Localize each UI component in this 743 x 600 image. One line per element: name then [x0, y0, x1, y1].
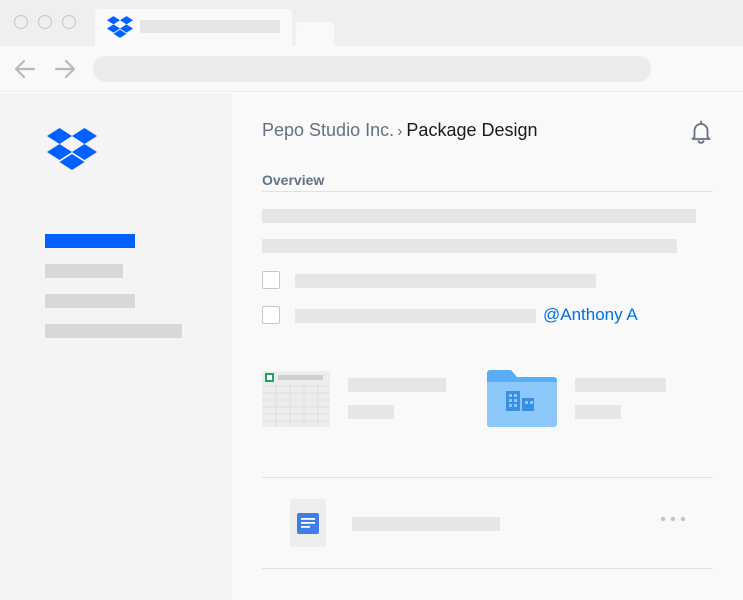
window-close-control[interactable]	[14, 15, 28, 29]
document-name-placeholder	[352, 517, 500, 531]
main-content: Pepo Studio Inc. › Package Design Overview…	[232, 93, 743, 600]
sidebar-item[interactable]	[45, 264, 123, 278]
spreadsheet-icon[interactable]	[262, 371, 330, 427]
breadcrumb: Pepo Studio Inc. › Package Design	[262, 120, 538, 141]
folder-name-placeholder	[575, 378, 666, 392]
task-checkbox[interactable]	[262, 306, 280, 324]
tab-title-placeholder	[140, 20, 280, 33]
task-checkbox[interactable]	[262, 271, 280, 289]
file-name-placeholder	[348, 378, 446, 392]
address-bar[interactable]	[93, 56, 651, 82]
sidebar-item[interactable]	[45, 324, 182, 338]
divider	[262, 191, 713, 192]
browser-tab-new[interactable]	[296, 22, 334, 46]
breadcrumb-parent[interactable]: Pepo Studio Inc.	[262, 120, 394, 140]
divider	[262, 568, 713, 569]
file-meta-placeholder	[348, 405, 394, 419]
dropbox-logo-icon[interactable]	[47, 128, 97, 170]
task-text-placeholder	[295, 274, 596, 288]
sidebar-item-active[interactable]	[45, 234, 135, 248]
browser-tab-active[interactable]	[95, 9, 292, 46]
window-maximize-control[interactable]	[62, 15, 76, 29]
breadcrumb-current: Package Design	[406, 120, 538, 140]
more-options-icon[interactable]	[660, 515, 686, 523]
browser-tab-strip	[0, 0, 743, 46]
window-minimize-control[interactable]	[38, 15, 52, 29]
sidebar	[0, 93, 232, 600]
text-placeholder	[262, 209, 696, 223]
arrow-right-icon[interactable]	[53, 58, 77, 80]
sidebar-item[interactable]	[45, 294, 135, 308]
task-text-placeholder	[295, 309, 536, 323]
folder-icon[interactable]	[487, 369, 557, 427]
folder-meta-placeholder	[575, 405, 621, 419]
text-placeholder	[262, 239, 677, 253]
arrow-left-icon[interactable]	[13, 58, 37, 80]
bell-icon[interactable]	[689, 119, 713, 145]
divider	[262, 477, 713, 478]
google-doc-icon[interactable]	[290, 499, 326, 547]
dropbox-icon	[107, 16, 133, 38]
breadcrumb-separator-icon: ›	[397, 123, 403, 140]
browser-nav-bar	[0, 46, 743, 92]
section-title: Overview	[262, 172, 325, 188]
user-mention[interactable]: @Anthony A	[543, 305, 638, 325]
